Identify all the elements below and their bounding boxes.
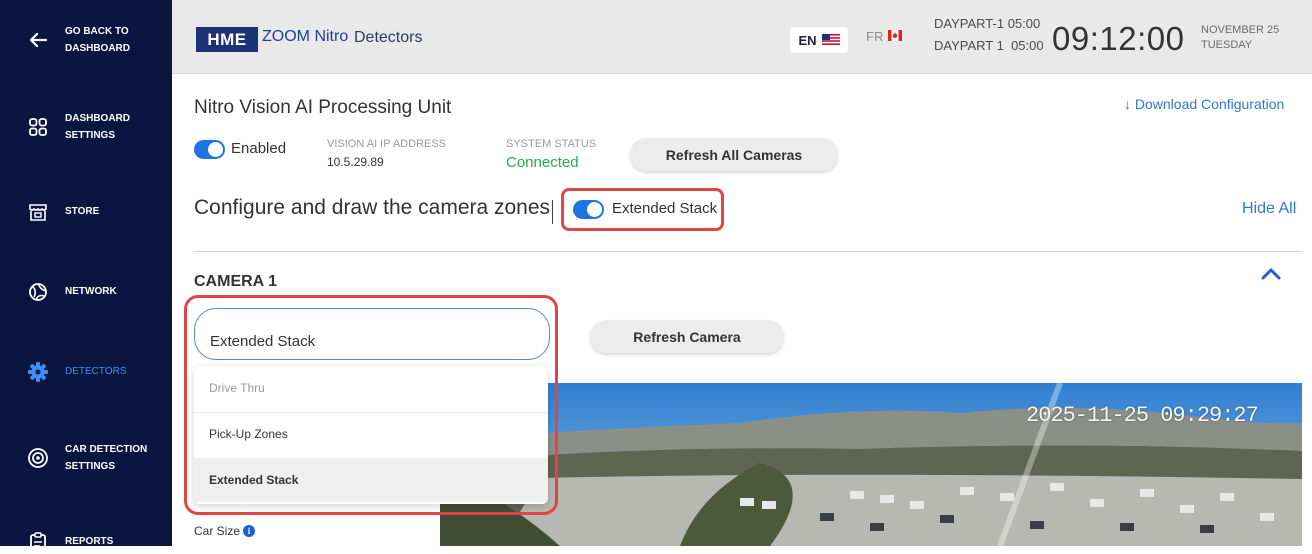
refresh-camera-button[interactable]: Refresh Camera — [590, 320, 784, 353]
car-size-label: Car Size i — [194, 524, 256, 538]
sidebar-item-reports[interactable]: REPORTS — [0, 530, 172, 554]
gear-icon — [26, 360, 50, 384]
sidebar-item-label: STORE — [65, 206, 100, 217]
sidebar-item-label: DETECTORS — [65, 366, 127, 377]
sidebar-item-car-detection-settings[interactable]: CAR DETECTION SETTINGS — [0, 438, 172, 478]
extended-stack-label: Extended Stack — [612, 200, 718, 217]
language-en-button[interactable]: EN — [790, 27, 848, 53]
ip-address-value: 10.5.29.89 — [327, 155, 384, 169]
top-header: HME ZOOM Nitro Detectors EN FR DAYPART-1… — [172, 0, 1312, 74]
sidebar-item-network[interactable]: NETWORK — [0, 280, 172, 304]
car-size-text: Car Size — [194, 524, 241, 538]
extended-stack-toggle[interactable] — [573, 200, 604, 219]
store-icon — [26, 200, 50, 224]
clock: 09:12:00 — [1052, 20, 1185, 57]
system-status-label: SYSTEM STATUS — [506, 138, 597, 150]
enabled-toggle[interactable] — [194, 140, 225, 159]
divider-bar — [552, 200, 553, 224]
camera-timestamp: 2025-11-25 09:29:27 — [1026, 403, 1259, 428]
sidebar-item-go-back[interactable]: GO BACK TO DASHBOARD — [0, 20, 172, 60]
download-configuration-link[interactable]: ↓ Download Configuration — [1124, 96, 1284, 112]
date-line-1: NOVEMBER 25 — [1201, 24, 1280, 36]
sidebar-item-label: CAR DETECTION SETTINGS — [65, 444, 148, 472]
chevron-up-icon[interactable] — [1260, 265, 1282, 281]
canada-flag-icon — [888, 29, 903, 44]
enabled-label: Enabled — [231, 140, 287, 157]
sidebar-item-dashboard-settings[interactable]: DASHBOARD SETTINGS — [0, 107, 172, 147]
highlight-zone-select — [184, 295, 558, 515]
info-icon[interactable]: i — [243, 525, 256, 537]
sidebar-item-label: GO BACK TO DASHBOARD — [65, 26, 130, 54]
daypart-line-1: DAYPART-1 05:00 — [934, 16, 1041, 31]
date-display: NOVEMBER 25 TUESDAY — [1201, 23, 1279, 53]
sidebar-item-label: NETWORK — [65, 286, 117, 297]
sidebar: GO BACK TO DASHBOARD DASHBOARD SETTINGS … — [0, 0, 172, 552]
download-label: Download Configuration — [1134, 96, 1285, 112]
camera-title: CAMERA 1 — [194, 273, 277, 290]
daypart-info: DAYPART-1 05:00 DAYPART 1 05:00 — [934, 13, 1044, 57]
sidebar-item-detectors[interactable]: DETECTORS — [0, 360, 172, 384]
clipboard-icon — [26, 530, 50, 554]
hme-logo: HME — [196, 27, 258, 52]
download-arrow-icon: ↓ — [1124, 96, 1131, 112]
us-flag-icon — [821, 33, 840, 48]
language-fr-button[interactable]: FR — [866, 29, 903, 44]
section-divider — [194, 251, 1302, 252]
daypart-line-2: DAYPART 1 05:00 — [934, 38, 1044, 53]
network-globe-icon — [26, 280, 50, 304]
language-fr-label: FR — [866, 29, 884, 44]
sidebar-item-store[interactable]: STORE — [0, 200, 172, 224]
hide-all-link[interactable]: Hide All — [1242, 200, 1296, 218]
radar-icon — [26, 446, 50, 470]
language-en-label: EN — [798, 32, 817, 48]
ip-address-label: VISION AI IP ADDRESS — [327, 138, 447, 150]
page-title: Detectors — [354, 29, 423, 46]
zones-section-title: Configure and draw the camera zones — [194, 196, 551, 219]
sidebar-item-label: REPORTS — [65, 536, 114, 547]
sidebar-item-label: DASHBOARD SETTINGS — [65, 113, 130, 141]
refresh-all-cameras-button[interactable]: Refresh All Cameras — [630, 138, 838, 171]
system-status-value: Connected — [506, 154, 579, 171]
arrow-left-icon — [26, 28, 50, 52]
unit-title: Nitro Vision AI Processing Unit — [194, 97, 452, 118]
date-line-2: TUESDAY — [1201, 39, 1253, 51]
grid-icon — [26, 115, 50, 139]
brand-name: ZOOM Nitro — [262, 28, 349, 45]
